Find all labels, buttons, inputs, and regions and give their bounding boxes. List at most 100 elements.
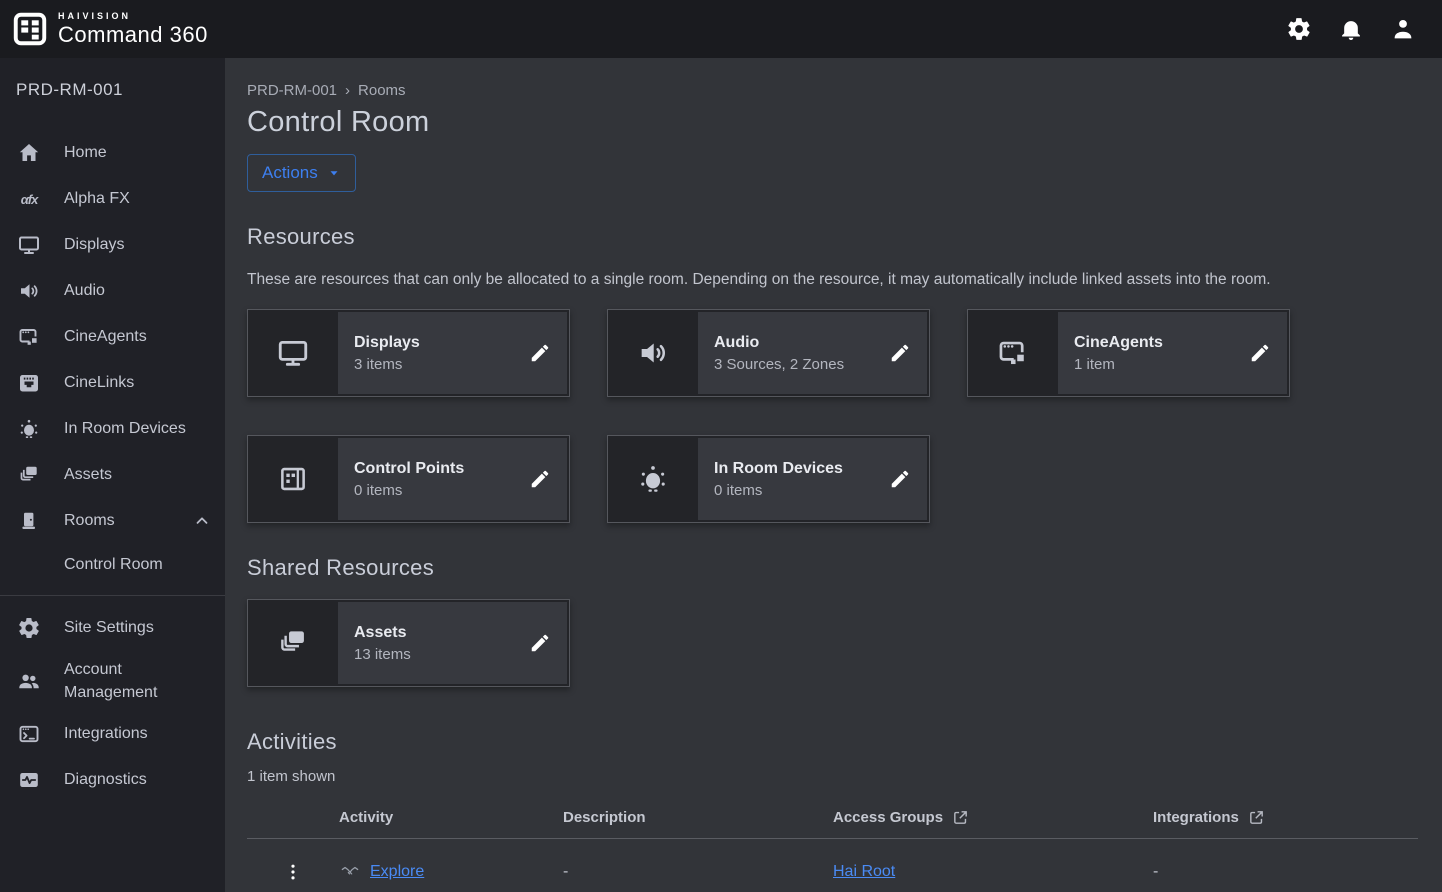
activities-heading: Activities bbox=[247, 729, 1418, 755]
sidebar-item-label: Site Settings bbox=[64, 616, 154, 639]
sidebar-item-label: Home bbox=[64, 141, 107, 164]
sidebar-item-cineagents[interactable]: CineAgents bbox=[0, 314, 225, 360]
sidebar-item-label: CineAgents bbox=[64, 325, 147, 348]
sidebar-item-label: Displays bbox=[64, 233, 124, 256]
display-icon bbox=[248, 310, 338, 396]
breadcrumb: PRD-RM-001 › Rooms bbox=[247, 82, 1418, 99]
card-title: Assets bbox=[354, 624, 515, 642]
card-subtitle: 3 items bbox=[354, 356, 515, 373]
shared-card-assets: Assets 13 items bbox=[247, 599, 570, 687]
top-bar: HAIVISION Command 360 bbox=[0, 0, 1442, 58]
access-group-link[interactable]: Hai Root bbox=[833, 863, 895, 880]
card-title: In Room Devices bbox=[714, 460, 875, 478]
row-kebab-menu-button[interactable] bbox=[283, 861, 303, 883]
shared-resources-heading: Shared Resources bbox=[247, 555, 1418, 581]
sidebar-item-site-settings[interactable]: Site Settings bbox=[0, 605, 225, 651]
audio-speaker-icon bbox=[16, 278, 42, 304]
assets-layers-icon bbox=[16, 462, 42, 488]
edit-pencil-button[interactable] bbox=[889, 341, 913, 365]
settings-gear-icon[interactable] bbox=[1286, 16, 1312, 42]
card-title: CineAgents bbox=[1074, 334, 1235, 352]
card-title: Audio bbox=[714, 334, 875, 352]
card-subtitle: 0 items bbox=[714, 482, 875, 499]
breadcrumb-parent[interactable]: PRD-RM-001 bbox=[247, 82, 337, 99]
external-link-icon[interactable] bbox=[952, 809, 969, 826]
in-room-devices-icon bbox=[608, 436, 698, 522]
chevron-up-icon bbox=[193, 512, 211, 530]
external-link-icon[interactable] bbox=[1248, 809, 1265, 826]
product-name: Command 360 bbox=[58, 24, 208, 46]
sidebar-item-label: In Room Devices bbox=[64, 417, 186, 440]
actions-dropdown-button[interactable]: Actions bbox=[247, 154, 356, 192]
activity-explore-link[interactable]: Explore bbox=[370, 863, 424, 881]
sidebar-item-alpha-fx[interactable]: αfx Alpha FX bbox=[0, 176, 225, 222]
activity-row: Explore - Hai Root - bbox=[247, 839, 1418, 892]
resources-card-grid: Displays 3 items Audio 3 Sources, 2 Zone… bbox=[247, 309, 1418, 523]
card-body: Assets 13 items bbox=[338, 602, 567, 684]
sidebar-item-account-management[interactable]: Account Management bbox=[0, 651, 225, 711]
cineagents-icon bbox=[16, 324, 42, 350]
card-title: Displays bbox=[354, 334, 515, 352]
diagnostics-pulse-icon bbox=[16, 767, 42, 793]
gear-icon bbox=[16, 615, 42, 641]
sidebar-item-control-room[interactable]: Control Room bbox=[0, 544, 225, 586]
notifications-bell-icon[interactable] bbox=[1338, 16, 1364, 42]
resource-card-control-points: Control Points 0 items bbox=[247, 435, 570, 523]
sidebar-item-audio[interactable]: Audio bbox=[0, 268, 225, 314]
sidebar-item-label: Assets bbox=[64, 463, 112, 486]
card-body: CineAgents 1 item bbox=[1058, 312, 1287, 394]
sidebar-item-displays[interactable]: Displays bbox=[0, 222, 225, 268]
sidebar-item-integrations[interactable]: Integrations bbox=[0, 711, 225, 757]
activities-table-header: Activity Description Access Groups Integ… bbox=[247, 797, 1418, 839]
sidebar-item-label: Audio bbox=[64, 279, 105, 302]
shared-card-grid: Assets 13 items bbox=[247, 599, 1418, 687]
access-groups-cell: Hai Root bbox=[833, 863, 1153, 881]
sidebar-item-home[interactable]: Home bbox=[0, 130, 225, 176]
account-person-icon[interactable] bbox=[1390, 16, 1416, 42]
resource-card-displays: Displays 3 items bbox=[247, 309, 570, 397]
haivision-logo-icon bbox=[12, 11, 48, 47]
sidebar-item-assets[interactable]: Assets bbox=[0, 452, 225, 498]
column-header-access-groups: Access Groups bbox=[833, 809, 1153, 826]
activity-cell: Explore bbox=[339, 863, 563, 881]
sidebar-nav: Home αfx Alpha FX Displays Audio CineAge… bbox=[0, 130, 225, 803]
card-body: In Room Devices 0 items bbox=[698, 438, 927, 520]
header-actions bbox=[1286, 16, 1416, 42]
integrations-cell: - bbox=[1153, 863, 1418, 881]
caret-down-icon bbox=[327, 166, 341, 180]
sidebar-item-label: CineLinks bbox=[64, 371, 134, 394]
sidebar-item-label: Diagnostics bbox=[64, 768, 147, 791]
main-content: PRD-RM-001 › Rooms Control Room Actions … bbox=[225, 58, 1442, 892]
resource-card-in-room-devices: In Room Devices 0 items bbox=[607, 435, 930, 523]
cinelinks-port-icon bbox=[16, 370, 42, 396]
card-subtitle: 3 Sources, 2 Zones bbox=[714, 356, 875, 373]
resources-heading: Resources bbox=[247, 224, 1418, 250]
resource-card-audio: Audio 3 Sources, 2 Zones bbox=[607, 309, 930, 397]
sidebar-item-diagnostics[interactable]: Diagnostics bbox=[0, 757, 225, 803]
breadcrumb-current[interactable]: Rooms bbox=[358, 82, 406, 99]
sidebar-item-label: Integrations bbox=[64, 722, 148, 745]
edit-pencil-button[interactable] bbox=[1249, 341, 1273, 365]
card-subtitle: 0 items bbox=[354, 482, 515, 499]
app-window: HAIVISION Command 360 PRD-RM-001 Home αf… bbox=[0, 0, 1442, 892]
sidebar-item-cinelinks[interactable]: CineLinks bbox=[0, 360, 225, 406]
display-icon bbox=[16, 232, 42, 258]
sidebar-item-in-room-devices[interactable]: In Room Devices bbox=[0, 406, 225, 452]
card-subtitle: 13 items bbox=[354, 646, 515, 663]
card-title: Control Points bbox=[354, 460, 515, 478]
handshake-icon bbox=[339, 863, 361, 881]
column-header-integrations: Integrations bbox=[1153, 809, 1418, 826]
edit-pencil-button[interactable] bbox=[529, 341, 553, 365]
edit-pencil-button[interactable] bbox=[529, 631, 553, 655]
edit-pencil-button[interactable] bbox=[889, 467, 913, 491]
brand-name: HAIVISION bbox=[58, 12, 208, 21]
sidebar-divider bbox=[0, 595, 225, 596]
activities-table: Activity Description Access Groups Integ… bbox=[247, 797, 1418, 892]
resource-card-cineagents: CineAgents 1 item bbox=[967, 309, 1290, 397]
edit-pencil-button[interactable] bbox=[529, 467, 553, 491]
column-header-description: Description bbox=[563, 809, 833, 826]
sidebar-item-rooms[interactable]: Rooms bbox=[0, 498, 225, 544]
site-name: PRD-RM-001 bbox=[0, 80, 225, 100]
breadcrumb-separator: › bbox=[345, 82, 350, 99]
sidebar-item-label: Rooms bbox=[64, 509, 115, 532]
